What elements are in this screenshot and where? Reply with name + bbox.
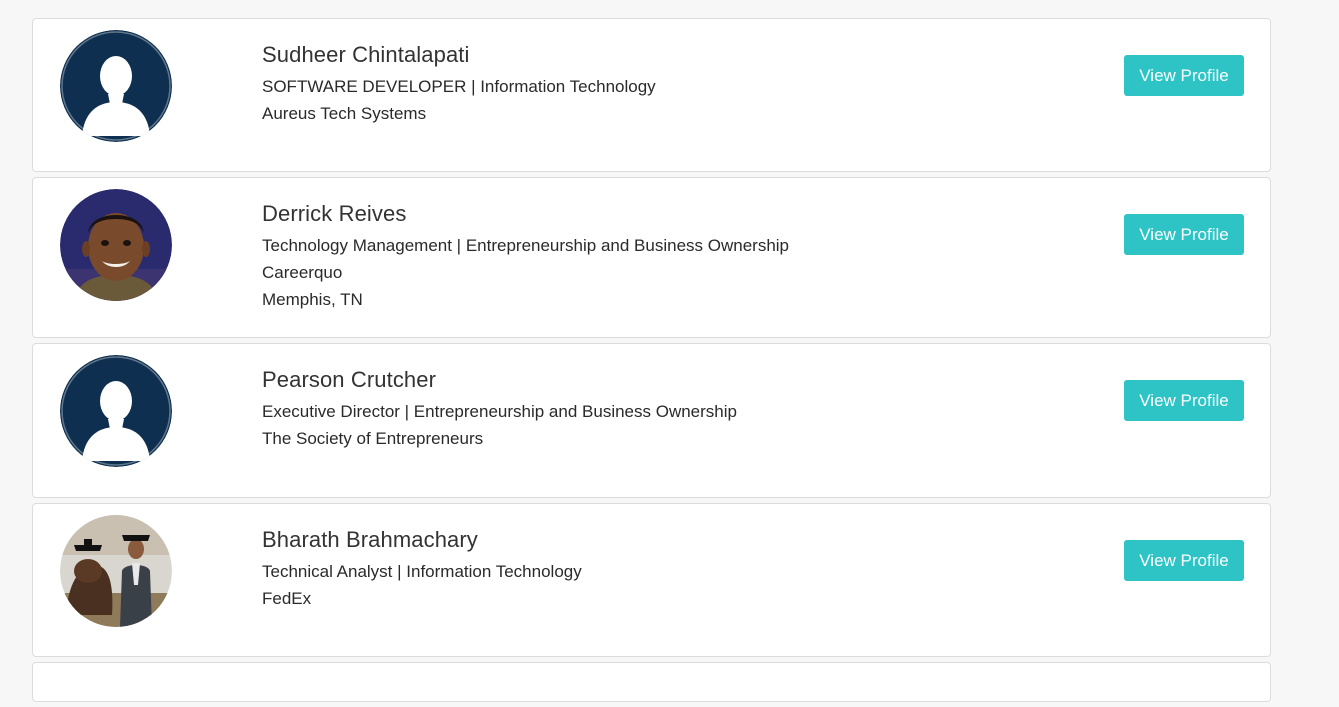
default-avatar-icon[interactable] — [60, 30, 172, 142]
profile-info: Derrick Reives Technology Management | E… — [262, 200, 789, 313]
profile-name: Pearson Crutcher — [262, 367, 437, 392]
view-profile-button[interactable]: View Profile — [1124, 214, 1244, 255]
profile-info: Pearson Crutcher Executive Director | En… — [262, 366, 737, 452]
profile-company: The Society of Entrepreneurs — [262, 429, 484, 448]
profile-title: Executive Director | Entrepreneurship an… — [262, 402, 737, 421]
profile-company: Aureus Tech Systems — [262, 104, 427, 123]
profile-name: Derrick Reives — [262, 201, 407, 226]
profile-card: Sudheer Chintalapati SOFTWARE DEVELOPER … — [32, 18, 1271, 172]
view-profile-button[interactable]: View Profile — [1124, 380, 1244, 421]
profile-title: Technical Analyst | Information Technolo… — [262, 562, 582, 581]
profile-company: Careerquo — [262, 263, 343, 282]
profile-name: Sudheer Chintalapati — [262, 42, 470, 67]
view-profile-button[interactable]: View Profile — [1124, 540, 1244, 581]
profile-card: Pearson Crutcher Executive Director | En… — [32, 343, 1271, 498]
profile-photo[interactable] — [60, 515, 172, 627]
profile-card: Bharath Brahmachary Technical Analyst | … — [32, 503, 1271, 657]
profile-location: Memphis, TN — [262, 290, 363, 309]
default-avatar-icon[interactable] — [60, 355, 172, 467]
profile-info: Sudheer Chintalapati SOFTWARE DEVELOPER … — [262, 41, 656, 127]
profile-name: Bharath Brahmachary — [262, 527, 478, 552]
profile-card — [32, 662, 1271, 702]
profile-title: Technology Management | Entrepreneurship… — [262, 236, 789, 255]
profile-card: Derrick Reives Technology Management | E… — [32, 177, 1271, 338]
profile-photo[interactable] — [60, 189, 172, 301]
profile-company: FedEx — [262, 589, 312, 608]
profile-list: Sudheer Chintalapati SOFTWARE DEVELOPER … — [32, 18, 1271, 707]
profile-info: Bharath Brahmachary Technical Analyst | … — [262, 526, 582, 612]
profile-title: SOFTWARE DEVELOPER | Information Technol… — [262, 77, 656, 96]
view-profile-button[interactable]: View Profile — [1124, 55, 1244, 96]
